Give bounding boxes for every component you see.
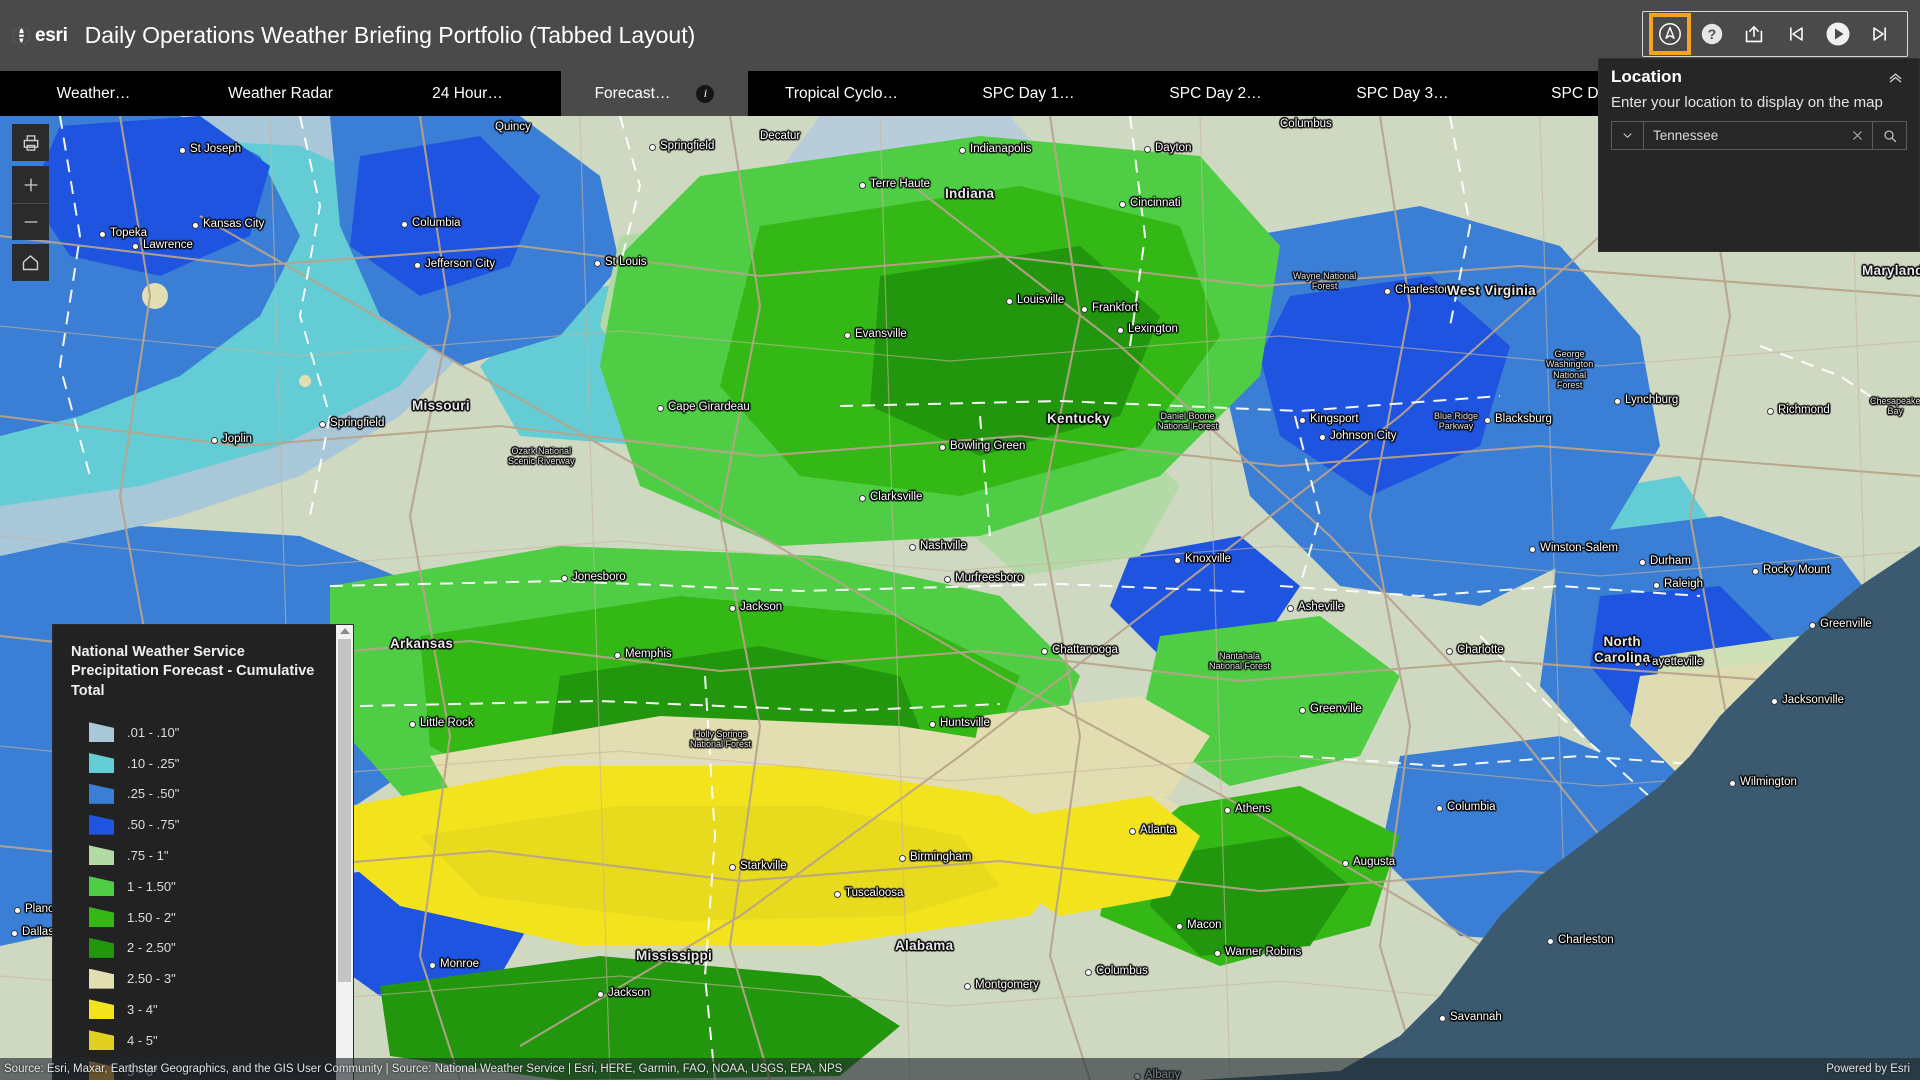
map-view[interactable]: St Joseph Quincy Springfield Decatur Indiana… (0, 116, 1920, 1080)
esri-wordmark: esri (35, 24, 68, 46)
legend-panel: National Weather Service Precipitation F… (52, 624, 354, 1080)
help-icon[interactable]: ? (1691, 13, 1733, 55)
legend-item: 3 - 4" (71, 994, 336, 1025)
location-panel-header: Location (1611, 67, 1907, 92)
legend-item-label: 1.50 - 2" (127, 909, 176, 925)
share-icon[interactable] (1733, 13, 1775, 55)
tab-7[interactable]: SPC Day 3… (1309, 71, 1496, 116)
legend-item-label: 4 - 5" (127, 1032, 158, 1048)
legend-swatch (89, 937, 114, 958)
home-icon[interactable] (12, 244, 49, 281)
tab-label: 24 Hour… (432, 84, 503, 102)
legend-swatch (89, 845, 114, 866)
previous-icon[interactable] (1775, 13, 1817, 55)
legend-scrollbar[interactable] (336, 625, 353, 1080)
powered-by-esri: Powered by Esri (1826, 1063, 1910, 1075)
legend-swatch (89, 907, 114, 928)
zoom-controls (12, 166, 49, 240)
app-root: esri Daily Operations Weather Briefing P… (0, 0, 1920, 1080)
legend-item: 2.50 - 3" (71, 963, 336, 994)
header-toolbar: ? (1642, 11, 1908, 57)
legend-swatch (89, 876, 114, 897)
legend-item-label: .75 - 1" (127, 847, 169, 863)
location-search-input[interactable] (1644, 122, 1842, 149)
info-icon[interactable]: i (696, 84, 715, 103)
legend-item: 1.50 - 2" (71, 902, 336, 933)
print-icon[interactable] (12, 124, 49, 161)
location-panel-title: Location (1611, 67, 1682, 86)
legend-item-label: 1 - 1.50" (127, 878, 176, 894)
legend-item: 4 - 5" (71, 1025, 336, 1056)
location-panel: Location Enter your location to display … (1598, 58, 1920, 252)
legend-item: .25 - .50" (71, 778, 336, 809)
tab-5[interactable]: SPC Day 1… (935, 71, 1122, 116)
location-panel-subtitle: Enter your location to display on the ma… (1611, 94, 1883, 111)
print-button[interactable] (12, 124, 49, 161)
legend-title: National Weather Service Precipitation F… (71, 644, 315, 699)
legend-swatch (89, 968, 114, 989)
search-icon[interactable] (1872, 122, 1906, 149)
legend-item-label: 2 - 2.50" (127, 940, 176, 956)
tab-label: Tropical Cyclo… (784, 84, 899, 102)
zoom-out-icon[interactable] (12, 203, 49, 240)
legend-item-label: .01 - .10" (127, 724, 180, 740)
scroll-up-icon[interactable] (339, 628, 350, 634)
tab-label: Weather Radar (228, 84, 333, 102)
navigation-compass-icon[interactable] (1649, 13, 1691, 55)
legend-swatch (89, 1030, 114, 1051)
home-button[interactable] (12, 244, 49, 281)
legend-swatch (89, 783, 114, 804)
legend-item: .75 - 1" (71, 840, 336, 871)
next-icon[interactable] (1859, 13, 1901, 55)
close-icon[interactable] (1842, 122, 1872, 149)
svg-text:?: ? (1708, 26, 1717, 42)
tab-1[interactable]: Weather Radar (187, 71, 374, 116)
location-search-bar (1611, 121, 1907, 150)
tab-6[interactable]: SPC Day 2… (1122, 71, 1309, 116)
legend-item: .01 - .10" (71, 717, 336, 748)
tab-label: SPC Day 3… (1356, 84, 1449, 102)
globe-icon (12, 26, 31, 45)
legend-body: National Weather Service Precipitation F… (53, 625, 336, 1080)
legend-swatch (89, 814, 114, 835)
tab-label: SPC Day 2… (1169, 84, 1262, 102)
legend-swatch (89, 999, 114, 1020)
legend-item: 1 - 1.50" (71, 871, 336, 902)
legend-item-label: 2.50 - 3" (127, 971, 176, 987)
chevron-down-icon[interactable] (1612, 122, 1644, 149)
tab-2[interactable]: 24 Hour… (374, 71, 561, 116)
zoom-in-icon[interactable] (12, 166, 49, 203)
tab-4[interactable]: Tropical Cyclo… (748, 71, 935, 116)
legend-swatch (89, 722, 114, 743)
legend-item-label: 3 - 4" (127, 1001, 158, 1017)
legend-item: 2 - 2.50" (71, 932, 336, 963)
page-title: Daily Operations Weather Briefing Portfo… (84, 22, 696, 48)
legend-item-label: .10 - .25" (127, 755, 180, 771)
esri-logo: esri (12, 25, 68, 47)
tab-3[interactable]: Forecast… i (561, 71, 748, 116)
tab-label: Forecast… (594, 84, 671, 102)
chevron-up-icon[interactable] (1884, 67, 1907, 92)
legend-swatch (89, 753, 114, 774)
footer-bar: Source: Esri, Maxar, Earthstar Geographi… (0, 1058, 1920, 1080)
legend-item-list: .01 - .10" .10 - .25" .25 - .50" .50 - .75"… (71, 717, 336, 1080)
tab-label: Weather… (56, 84, 131, 102)
tab-0[interactable]: Weather… (0, 71, 187, 116)
play-icon[interactable] (1817, 13, 1859, 55)
legend-item-label: .50 - .75" (127, 817, 180, 833)
legend-item-label: .25 - .50" (127, 786, 180, 802)
map-attribution: Source: Esri, Maxar, Earthstar Geographi… (4, 1063, 843, 1075)
legend-item: .50 - .75" (71, 809, 336, 840)
tab-label: SPC Day 1… (982, 84, 1075, 102)
legend-item: .10 - .25" (71, 748, 336, 779)
scrollbar-thumb[interactable] (338, 639, 351, 982)
